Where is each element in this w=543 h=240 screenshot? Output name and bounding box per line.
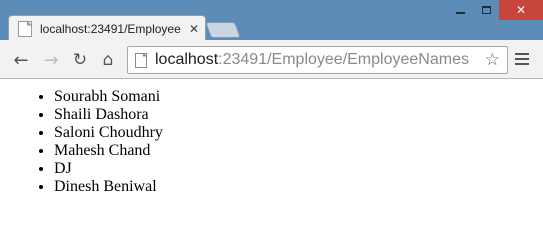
list-item: Sourabh Somani (54, 88, 543, 106)
minimize-icon (455, 12, 465, 14)
page-info-icon[interactable] (135, 52, 147, 68)
back-arrow-icon[interactable]: ← (10, 50, 32, 71)
browser-tab[interactable]: localhost:23491/Employee ✕ (8, 15, 206, 41)
address-bar[interactable]: localhost:23491/Employee/EmployeeNames ☆ (127, 46, 508, 74)
browser-toolbar: ← → ↻ ⌂ localhost:23491/Employee/Employe… (0, 40, 543, 79)
url-host: localhost (155, 51, 219, 68)
bookmark-star-icon[interactable]: ☆ (485, 50, 500, 70)
list-item: Shaili Dashora (54, 106, 543, 124)
maximize-button[interactable] (473, 0, 499, 20)
hamburger-menu-icon[interactable] (515, 52, 529, 66)
list-item: Saloni Choudhry (54, 124, 543, 142)
page-content: Sourabh Somani Shaili Dashora Saloni Cho… (0, 80, 543, 208)
home-icon[interactable]: ⌂ (97, 50, 119, 70)
forward-arrow-icon[interactable]: → (40, 50, 62, 71)
list-item: DJ (54, 160, 543, 178)
page-favicon-icon (18, 20, 32, 37)
list-item: Dinesh Beniwal (54, 178, 543, 196)
url-path: :23491/Employee/EmployeeNames (218, 51, 469, 68)
employee-list: Sourabh Somani Shaili Dashora Saloni Cho… (0, 80, 543, 196)
reload-icon[interactable]: ↻ (69, 50, 91, 70)
close-icon: ✕ (515, 3, 527, 17)
tab-title: localhost:23491/Employee (40, 21, 181, 36)
minimize-button[interactable] (447, 0, 473, 20)
tab-close-icon[interactable]: ✕ (189, 22, 199, 36)
new-tab-button[interactable] (205, 22, 241, 38)
window-titlebar: ✕ localhost:23491/Employee ✕ (0, 0, 543, 41)
close-window-button[interactable]: ✕ (499, 0, 543, 20)
maximize-icon (481, 6, 491, 14)
window-controls: ✕ (447, 0, 543, 20)
url-text[interactable]: localhost:23491/Employee/EmployeeNames (155, 51, 469, 69)
list-item: Mahesh Chand (54, 142, 543, 160)
